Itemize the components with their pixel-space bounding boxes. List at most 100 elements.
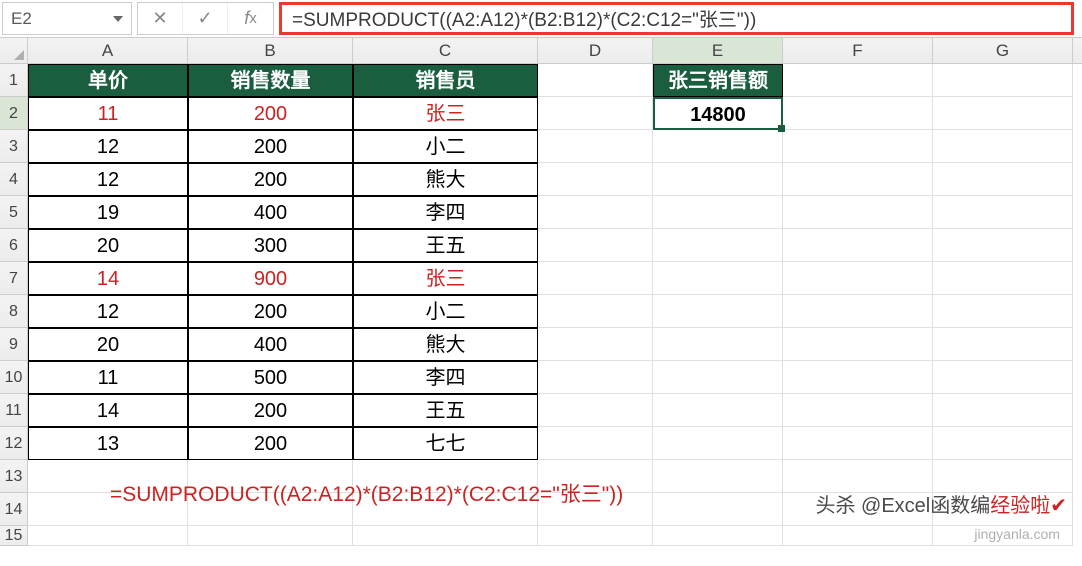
row-header-4[interactable]: 4 — [0, 163, 28, 196]
cell-D11[interactable] — [538, 394, 653, 427]
cell-D5[interactable] — [538, 196, 653, 229]
chevron-down-icon[interactable] — [113, 16, 123, 22]
col-header-G[interactable]: G — [933, 38, 1073, 63]
row-header-6[interactable]: 6 — [0, 229, 28, 262]
cell-F12[interactable] — [783, 427, 933, 460]
cell-D12[interactable] — [538, 427, 653, 460]
cell-E10[interactable] — [653, 361, 783, 394]
cell-G8[interactable] — [933, 295, 1073, 328]
cell-sales[interactable]: 小二 — [353, 295, 538, 328]
cell-E2-selected[interactable]: 14800 — [653, 97, 783, 130]
col-header-E[interactable]: E — [653, 38, 783, 63]
cell-E13[interactable] — [653, 460, 783, 493]
row-header-1[interactable]: 1 — [0, 64, 28, 97]
cell-F1[interactable] — [783, 64, 933, 97]
cell-D7[interactable] — [538, 262, 653, 295]
cell-E14[interactable] — [653, 493, 783, 526]
row-header-14[interactable]: 14 — [0, 493, 28, 526]
accept-icon[interactable]: ✓ — [183, 3, 228, 34]
cell-E5[interactable] — [653, 196, 783, 229]
row-header-3[interactable]: 3 — [0, 130, 28, 163]
cell-E3[interactable] — [653, 130, 783, 163]
header-sales[interactable]: 销售员 — [353, 64, 538, 97]
cell-price[interactable]: 11 — [28, 97, 188, 130]
cell-D9[interactable] — [538, 328, 653, 361]
cell-price[interactable]: 11 — [28, 361, 188, 394]
cell-qty[interactable]: 200 — [188, 394, 353, 427]
cell-price[interactable]: 12 — [28, 130, 188, 163]
cell-price[interactable]: 14 — [28, 262, 188, 295]
cell-D6[interactable] — [538, 229, 653, 262]
cell-D10[interactable] — [538, 361, 653, 394]
col-header-C[interactable]: C — [353, 38, 538, 63]
cell-A15[interactable] — [28, 526, 188, 546]
cell-F10[interactable] — [783, 361, 933, 394]
cell-G9[interactable] — [933, 328, 1073, 361]
cell-qty[interactable]: 500 — [188, 361, 353, 394]
row-header-5[interactable]: 5 — [0, 196, 28, 229]
cell-qty[interactable]: 200 — [188, 130, 353, 163]
cell-D1[interactable] — [538, 64, 653, 97]
cell-D3[interactable] — [538, 130, 653, 163]
cell-sales[interactable]: 张三 — [353, 262, 538, 295]
cell-G12[interactable] — [933, 427, 1073, 460]
cell-sales[interactable]: 熊大 — [353, 328, 538, 361]
cell-D2[interactable] — [538, 97, 653, 130]
cell-qty[interactable]: 200 — [188, 427, 353, 460]
cell-price[interactable]: 12 — [28, 163, 188, 196]
cell-E9[interactable] — [653, 328, 783, 361]
row-header-2[interactable]: 2 — [0, 97, 28, 130]
row-header-10[interactable]: 10 — [0, 361, 28, 394]
cell-D4[interactable] — [538, 163, 653, 196]
cell-sales[interactable]: 张三 — [353, 97, 538, 130]
cell-G10[interactable] — [933, 361, 1073, 394]
cell-G6[interactable] — [933, 229, 1073, 262]
cell-F4[interactable] — [783, 163, 933, 196]
cell-F11[interactable] — [783, 394, 933, 427]
cell-qty[interactable]: 900 — [188, 262, 353, 295]
cell-sales[interactable]: 小二 — [353, 130, 538, 163]
cell-sales[interactable]: 李四 — [353, 361, 538, 394]
cell-F8[interactable] — [783, 295, 933, 328]
cell-sales[interactable]: 王五 — [353, 229, 538, 262]
cell-qty[interactable]: 400 — [188, 328, 353, 361]
cell-qty[interactable]: 200 — [188, 97, 353, 130]
cell-sales[interactable]: 熊大 — [353, 163, 538, 196]
cell-E6[interactable] — [653, 229, 783, 262]
cell-price[interactable]: 20 — [28, 328, 188, 361]
col-header-B[interactable]: B — [188, 38, 353, 63]
cell-G2[interactable] — [933, 97, 1073, 130]
cell-F15[interactable] — [783, 526, 933, 546]
row-header-9[interactable]: 9 — [0, 328, 28, 361]
row-header-7[interactable]: 7 — [0, 262, 28, 295]
cell-qty[interactable]: 200 — [188, 295, 353, 328]
col-header-F[interactable]: F — [783, 38, 933, 63]
header-result[interactable]: 张三销售额 — [653, 64, 783, 97]
cell-G3[interactable] — [933, 130, 1073, 163]
cell-F9[interactable] — [783, 328, 933, 361]
cell-qty[interactable]: 200 — [188, 163, 353, 196]
cell-F7[interactable] — [783, 262, 933, 295]
cell-E4[interactable] — [653, 163, 783, 196]
cell-F3[interactable] — [783, 130, 933, 163]
header-qty[interactable]: 销售数量 — [188, 64, 353, 97]
cell-sales[interactable]: 七七 — [353, 427, 538, 460]
cell-D8[interactable] — [538, 295, 653, 328]
cell-E7[interactable] — [653, 262, 783, 295]
row-header-13[interactable]: 13 — [0, 460, 28, 493]
cell-E15[interactable] — [653, 526, 783, 546]
cell-E11[interactable] — [653, 394, 783, 427]
select-all-corner[interactable] — [0, 38, 28, 63]
cell-B15[interactable] — [188, 526, 353, 546]
cell-qty[interactable]: 300 — [188, 229, 353, 262]
cell-qty[interactable]: 400 — [188, 196, 353, 229]
row-header-11[interactable]: 11 — [0, 394, 28, 427]
fx-icon[interactable]: fx — [228, 3, 273, 34]
cell-G7[interactable] — [933, 262, 1073, 295]
cell-price[interactable]: 13 — [28, 427, 188, 460]
col-header-A[interactable]: A — [28, 38, 188, 63]
cell-D15[interactable] — [538, 526, 653, 546]
row-header-15[interactable]: 15 — [0, 526, 28, 546]
cell-E8[interactable] — [653, 295, 783, 328]
cell-price[interactable]: 20 — [28, 229, 188, 262]
